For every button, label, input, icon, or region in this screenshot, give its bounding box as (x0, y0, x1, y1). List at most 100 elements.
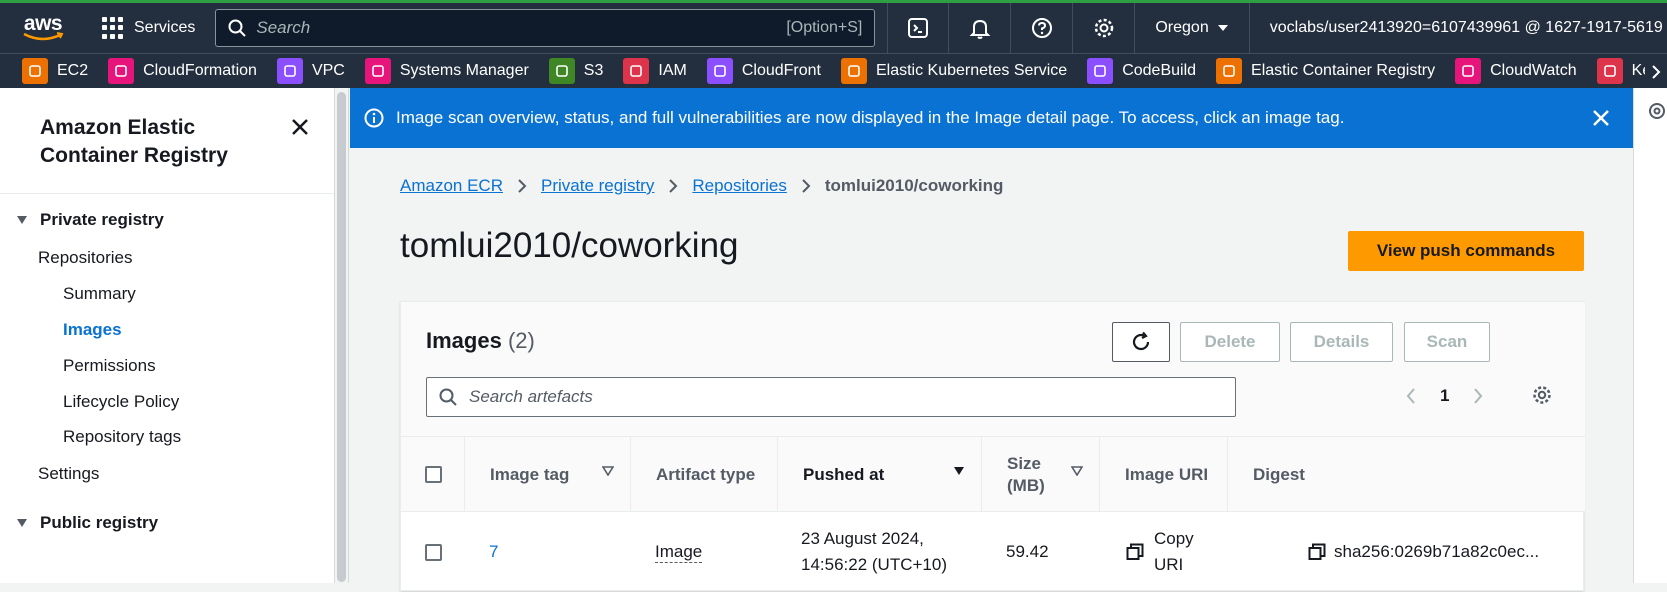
artifact-type-value[interactable]: Image (655, 542, 703, 563)
service-icon (1087, 58, 1114, 84)
settings-button[interactable] (1073, 3, 1136, 53)
search-artefacts-input[interactable]: Search artefacts (426, 377, 1236, 417)
sidebar-item-settings[interactable]: Settings (38, 464, 99, 484)
favorite-item[interactable]: CloudFront (706, 58, 821, 84)
favorite-item[interactable]: CodeBuild (1087, 58, 1196, 84)
favorite-label: IAM (658, 62, 687, 79)
service-icon (623, 58, 650, 84)
image-tag-cell: 7 (489, 512, 498, 592)
account-menu[interactable]: voclabs/user2413920=6107439961 @ 1627-19… (1250, 19, 1663, 37)
favorite-item[interactable]: CloudWatch (1455, 58, 1577, 84)
column-image-tag[interactable]: Image tag (464, 437, 630, 512)
aws-logo-text: aws (23, 12, 63, 35)
breadcrumb-current: tomlui2010/coworking (824, 176, 1004, 195)
service-icon (364, 58, 391, 84)
digest-cell: sha256:0269b71a82c0ec... (1308, 512, 1539, 592)
image-tag-link[interactable]: 7 (489, 542, 498, 562)
close-icon (1593, 110, 1609, 126)
global-search-input[interactable]: Search [Option+S] (215, 9, 876, 47)
breadcrumb-private-registry[interactable]: Private registry (541, 176, 654, 196)
images-title-text: Images (426, 328, 502, 353)
service-icon (22, 58, 48, 84)
breadcrumb-repositories[interactable]: Repositories (692, 176, 787, 196)
services-menu[interactable]: Services (86, 10, 203, 46)
sidebar-section-public-registry[interactable]: Public registry (0, 513, 158, 533)
column-digest-label: Digest (1253, 464, 1305, 484)
notifications-button[interactable] (949, 3, 1012, 53)
sidebar-item-summary[interactable]: Summary (63, 284, 136, 304)
favorite-item[interactable]: Elastic Kubernetes Service (840, 58, 1067, 84)
delete-button[interactable]: Delete (1180, 322, 1280, 362)
sidebar-item-repositories[interactable]: Repositories (38, 248, 133, 268)
row-select-cell (425, 512, 442, 592)
page-number[interactable]: 1 (1440, 386, 1449, 406)
favorite-item[interactable]: Systems Manager (364, 58, 529, 84)
chevron-right-icon[interactable] (1473, 387, 1483, 405)
search-shortcut: [Option+S] (786, 19, 863, 36)
favorite-item[interactable]: VPC (276, 58, 345, 84)
select-all-checkbox[interactable] (425, 466, 442, 483)
sidebar-section-private-registry[interactable]: Private registry (0, 210, 164, 230)
region-label: Oregon (1155, 19, 1209, 36)
size-cell: 59.42 (1006, 542, 1049, 561)
sidebar-item-images[interactable]: Images (63, 320, 122, 340)
column-image-uri: Image URI (1099, 437, 1227, 512)
favorite-item[interactable]: EC2 (22, 58, 88, 84)
column-size[interactable]: Size (MB) (981, 437, 1099, 512)
search-artefacts-placeholder: Search artefacts (469, 387, 593, 406)
aws-logo[interactable]: aws (0, 3, 86, 53)
gear-icon (1094, 18, 1114, 38)
digest-value: sha256:0269b71a82c0ec... (1334, 542, 1540, 561)
table-preferences-gear-icon[interactable] (1531, 384, 1553, 406)
favorite-label: VPC (311, 62, 345, 79)
breadcrumb-amazon-ecr[interactable]: Amazon ECR (400, 176, 503, 196)
refresh-button[interactable] (1112, 322, 1170, 362)
column-image-tag-label: Image tag (490, 464, 570, 484)
images-panel: Images (2) Delete Details Scan Search ar… (400, 301, 1585, 592)
pushed-at-time: 14:56:22 (UTC+10) (801, 555, 947, 574)
close-sidebar-icon[interactable] (291, 118, 309, 136)
pushed-at-date: 23 August 2024, (801, 529, 924, 548)
favorite-item[interactable]: Elastic Container Registry (1216, 58, 1435, 84)
dismiss-flash-button[interactable] (1569, 109, 1633, 127)
service-icon (1455, 58, 1482, 84)
row-checkbox[interactable] (425, 543, 442, 561)
right-tools-rail (1633, 88, 1667, 583)
favorites-scroll-right-icon[interactable] (1645, 54, 1667, 88)
copy-uri-button[interactable]: Copy URI (1126, 512, 1194, 592)
column-pushed-at-label: Pushed at (803, 464, 885, 484)
sidebar-item-repository-tags[interactable]: Repository tags (63, 427, 181, 447)
service-icon (108, 58, 135, 84)
table-row: 7 Image 23 August 2024, 14:56:22 (UTC+10… (401, 512, 1585, 592)
favorite-item[interactable]: IAM (623, 58, 687, 84)
favorite-item[interactable]: CloudFormation (108, 58, 257, 84)
chevron-left-icon[interactable] (1406, 387, 1416, 405)
scrollbar-thumb[interactable] (337, 92, 346, 582)
chevron-right-icon (668, 178, 678, 194)
cloudshell-button[interactable] (887, 3, 950, 53)
help-icon (1031, 18, 1052, 38)
column-pushed-at[interactable]: Pushed at (777, 437, 981, 512)
chevron-right-icon (801, 178, 811, 194)
service-icon (706, 58, 733, 84)
sidebar-scrollbar[interactable] (335, 88, 349, 583)
region-selector[interactable]: Oregon (1135, 3, 1250, 53)
sidebar-item-lifecycle-policy[interactable]: Lifecycle Policy (63, 392, 179, 412)
search-placeholder: Search (256, 18, 311, 37)
view-push-commands-button[interactable]: View push commands (1348, 231, 1584, 271)
scan-button[interactable]: Scan (1404, 322, 1490, 362)
column-artifact-type: Artifact type (630, 437, 777, 512)
services-label: Services (134, 19, 196, 36)
help-button[interactable] (1011, 3, 1074, 53)
tools-icon[interactable] (1648, 102, 1666, 120)
sidebar-item-permissions[interactable]: Permissions (63, 356, 156, 376)
favorite-item[interactable]: S3 (548, 58, 603, 84)
caret-down-icon (17, 216, 27, 224)
copy-icon[interactable] (1308, 543, 1326, 561)
search-icon (228, 19, 247, 37)
top-navigation: aws Services Search [Option+S] Oregon vo… (0, 0, 1667, 53)
images-count: (2) (507, 328, 535, 353)
sort-icon (1071, 466, 1083, 476)
details-button[interactable]: Details (1290, 322, 1393, 362)
favorite-label: CloudWatch (1490, 62, 1577, 79)
